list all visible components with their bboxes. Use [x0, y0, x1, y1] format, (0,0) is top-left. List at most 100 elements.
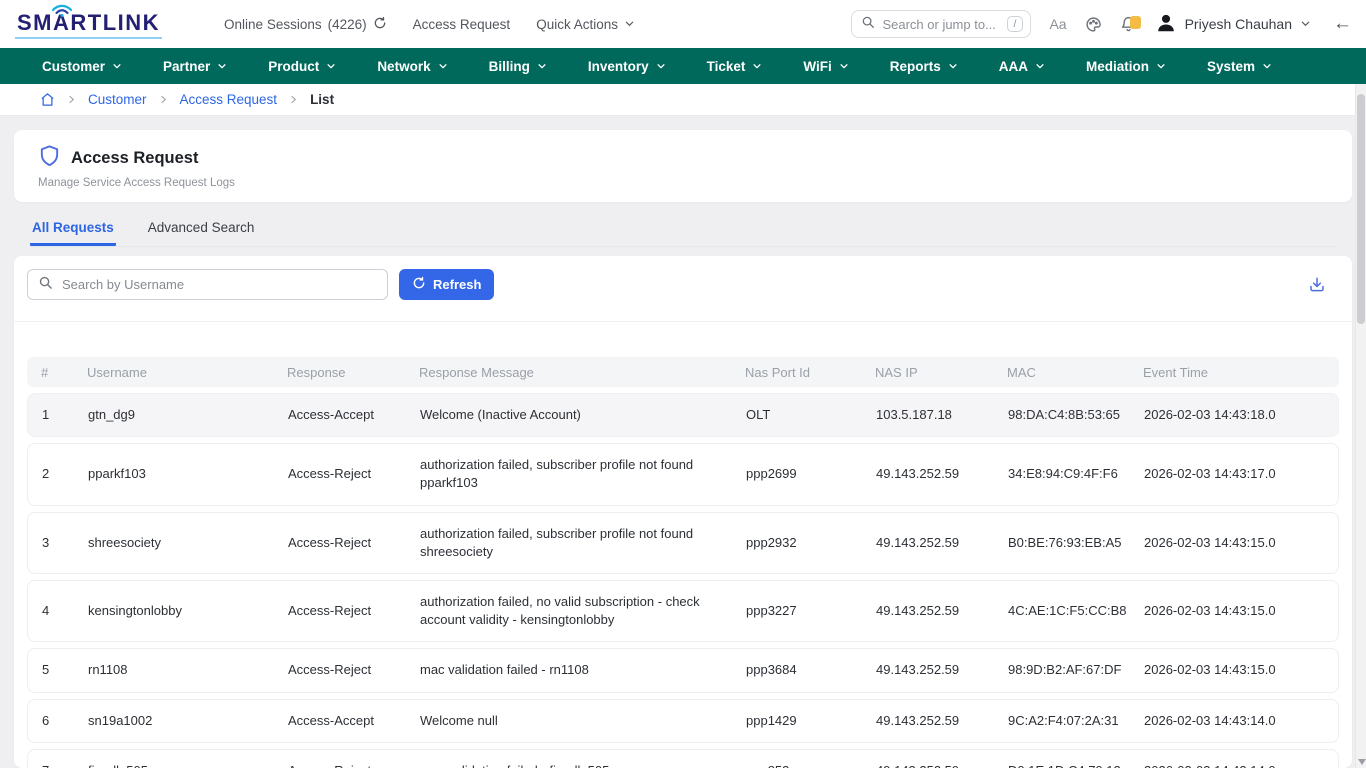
scrollbar-thumb[interactable]: [1357, 94, 1365, 324]
column-header: Response: [287, 365, 419, 380]
cell-nas-ip: 49.143.252.59: [876, 700, 1008, 742]
table-row[interactable]: 5 rn1108 Access-Reject mac validation fa…: [27, 648, 1339, 692]
chevron-down-icon: [656, 59, 666, 74]
cell-mac: 9C:A2:F4:07:2A:31: [1008, 700, 1144, 742]
cell-index: 6: [28, 700, 88, 742]
refresh-sessions-icon[interactable]: [373, 16, 387, 33]
cell-mac: 98:DA:C4:8B:53:65: [1008, 394, 1144, 436]
nav-item-reports[interactable]: Reports: [890, 59, 958, 74]
page-subtitle: Manage Service Access Request Logs: [38, 177, 1328, 189]
cell-response-message: Welcome null: [420, 700, 746, 742]
cell-username: sn19a1002: [88, 700, 288, 742]
nav-item-network[interactable]: Network: [377, 59, 447, 74]
chevron-down-icon: [1156, 59, 1166, 74]
online-sessions-count: (4226): [328, 17, 367, 32]
cell-mac: D0:1E:1D:C4:70:12: [1008, 750, 1144, 768]
nav-item-product[interactable]: Product: [268, 59, 336, 74]
home-icon[interactable]: [40, 92, 55, 107]
chevron-down-icon: [326, 59, 336, 74]
breadcrumb: Customer Access Request List: [0, 84, 1366, 116]
chevron-down-icon: [537, 59, 547, 74]
shield-icon: [38, 144, 61, 172]
cell-mac: 34:E8:94:C9:4F:F6: [1008, 453, 1144, 495]
breadcrumb-link-access-request[interactable]: Access Request: [180, 92, 278, 107]
table-row[interactable]: 6 sn19a1002 Access-Accept Welcome null p…: [27, 699, 1339, 743]
top-header: SMARTLINK Online Sessions (4226) Access …: [0, 0, 1366, 48]
table-row[interactable]: 7 fiorello505 Access-Reject mac validati…: [27, 749, 1339, 768]
user-menu[interactable]: Priyesh Chauhan: [1155, 12, 1311, 37]
page: SMARTLINK Online Sessions (4226) Access …: [0, 0, 1366, 768]
cell-event-time: 2026-02-03 14:43:14.0: [1144, 750, 1338, 768]
user-name: Priyesh Chauhan: [1185, 16, 1292, 32]
cell-response: Access-Reject: [288, 453, 420, 495]
username-search-input[interactable]: [62, 277, 377, 292]
smartlink-logo[interactable]: SMARTLINK: [15, 6, 162, 43]
cell-nas-port-id: ppp2932: [746, 522, 876, 564]
column-header: Event Time: [1143, 365, 1339, 380]
cell-response-message: mac validation failed - rn1108: [420, 649, 746, 691]
cell-index: 2: [28, 453, 88, 495]
cell-event-time: 2026-02-03 14:43:15.0: [1144, 649, 1338, 691]
cell-response: Access-Accept: [288, 700, 420, 742]
chevron-down-icon: [752, 59, 762, 74]
cell-nas-ip: 49.143.252.59: [876, 590, 1008, 632]
requests-table: #UsernameResponseResponse MessageNas Por…: [14, 322, 1352, 768]
nav-item-inventory[interactable]: Inventory: [588, 59, 666, 74]
cell-nas-ip: 49.143.252.59: [876, 453, 1008, 495]
tab-all-requests[interactable]: All Requests: [30, 211, 116, 246]
nav-item-partner[interactable]: Partner: [163, 59, 227, 74]
column-header: #: [27, 365, 87, 380]
cell-nas-ip: 49.143.252.59: [876, 750, 1008, 768]
header-right-tools: / Aa Priyesh Chauhan ←: [851, 10, 1352, 38]
cell-response-message: authorization failed, subscriber profile…: [420, 513, 746, 573]
cell-response: Access-Reject: [288, 649, 420, 691]
table-row[interactable]: 3 shreesociety Access-Reject authorizati…: [27, 512, 1339, 574]
global-search[interactable]: /: [851, 10, 1031, 38]
logo-text-left: SM: [17, 10, 53, 36]
table-row[interactable]: 1 gtn_dg9 Access-Accept Welcome (Inactiv…: [27, 393, 1339, 437]
nav-item-system[interactable]: System: [1207, 59, 1272, 74]
table-row[interactable]: 2 pparkf103 Access-Reject authorization …: [27, 443, 1339, 505]
cell-event-time: 2026-02-03 14:43:18.0: [1144, 394, 1338, 436]
cell-event-time: 2026-02-03 14:43:15.0: [1144, 590, 1338, 632]
column-header: Response Message: [419, 365, 745, 380]
vertical-scrollbar[interactable]: [1355, 84, 1366, 768]
global-search-input[interactable]: [882, 17, 999, 32]
column-header: Username: [87, 365, 287, 380]
chevron-down-icon: [438, 59, 448, 74]
chevron-down-icon: [624, 17, 635, 32]
breadcrumb-link-customer[interactable]: Customer: [88, 92, 147, 107]
nav-item-ticket[interactable]: Ticket: [707, 59, 763, 74]
breadcrumb-current: List: [310, 92, 334, 107]
nav-item-mediation[interactable]: Mediation: [1086, 59, 1166, 74]
nav-item-aaa[interactable]: AAA: [999, 59, 1045, 74]
back-arrow-icon[interactable]: ←: [1333, 13, 1352, 35]
cell-index: 7: [28, 750, 88, 768]
chevron-down-icon: [1262, 59, 1272, 74]
cell-nas-ip: 49.143.252.59: [876, 522, 1008, 564]
cell-response-message: Welcome (Inactive Account): [420, 394, 746, 436]
online-sessions-link[interactable]: Online Sessions (4226): [224, 16, 387, 33]
nav-item-customer[interactable]: Customer: [42, 59, 122, 74]
font-size-toggle[interactable]: Aa: [1049, 16, 1066, 32]
notifications-bell-icon[interactable]: [1120, 15, 1137, 33]
cell-nas-port-id: OLT: [746, 394, 876, 436]
nav-item-wifi[interactable]: WiFi: [803, 59, 848, 74]
cell-response: Access-Reject: [288, 522, 420, 564]
username-search[interactable]: [27, 269, 388, 300]
tab-advanced-search[interactable]: Advanced Search: [146, 211, 257, 246]
theme-palette-icon[interactable]: [1085, 16, 1102, 33]
quick-actions-menu[interactable]: Quick Actions: [536, 17, 635, 32]
chevron-right-icon: [67, 95, 76, 104]
chevron-down-icon: [1300, 16, 1311, 32]
nav-item-billing[interactable]: Billing: [489, 59, 547, 74]
refresh-icon: [412, 276, 426, 293]
access-request-link[interactable]: Access Request: [413, 17, 511, 32]
refresh-button[interactable]: Refresh: [399, 269, 494, 300]
cell-nas-port-id: ppp2699: [746, 453, 876, 495]
scrollbar-down-arrow[interactable]: [1358, 759, 1366, 765]
cell-event-time: 2026-02-03 14:43:14.0: [1144, 700, 1338, 742]
column-header: NAS IP: [875, 365, 1007, 380]
table-row[interactable]: 4 kensingtonlobby Access-Reject authoriz…: [27, 580, 1339, 642]
download-icon[interactable]: [1308, 276, 1326, 294]
